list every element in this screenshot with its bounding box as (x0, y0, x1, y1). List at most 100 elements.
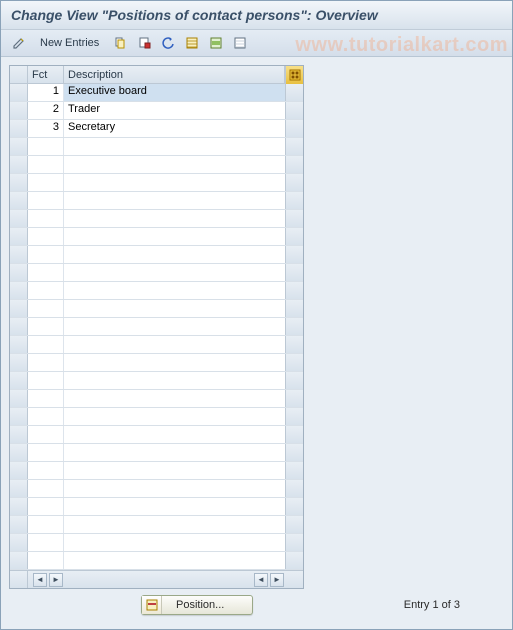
cell-description[interactable] (64, 426, 285, 443)
row-selector[interactable] (10, 408, 28, 425)
cell-fct[interactable] (28, 282, 64, 299)
cell-fct[interactable] (28, 444, 64, 461)
cell-fct[interactable]: 3 (28, 120, 64, 137)
scroll-right-icon[interactable]: ► (49, 573, 63, 587)
cell-fct[interactable] (28, 336, 64, 353)
cell-description[interactable] (64, 210, 285, 227)
row-selector[interactable] (10, 138, 28, 155)
cell-description[interactable]: Trader (64, 102, 285, 119)
row-selector[interactable] (10, 372, 28, 389)
cell-fct[interactable] (28, 372, 64, 389)
edit-icon[interactable] (9, 33, 29, 53)
cell-fct[interactable] (28, 300, 64, 317)
row-selector[interactable] (10, 210, 28, 227)
select-all-header[interactable] (10, 66, 28, 84)
cell-fct[interactable]: 2 (28, 102, 64, 119)
deselect-all-icon[interactable] (230, 33, 250, 53)
cell-description[interactable] (64, 192, 285, 209)
cell-description[interactable] (64, 174, 285, 191)
cell-description[interactable] (64, 498, 285, 515)
row-selector[interactable] (10, 390, 28, 407)
cell-fct[interactable] (28, 246, 64, 263)
cell-description[interactable] (64, 318, 285, 335)
undo-icon[interactable] (158, 33, 178, 53)
row-selector[interactable] (10, 534, 28, 551)
row-selector[interactable] (10, 102, 28, 119)
scroll-right-icon[interactable]: ► (270, 573, 284, 587)
row-selector[interactable] (10, 282, 28, 299)
row-selector[interactable] (10, 552, 28, 569)
row-selector[interactable] (10, 246, 28, 263)
cell-fct[interactable] (28, 210, 64, 227)
cell-fct[interactable] (28, 462, 64, 479)
table-settings-icon[interactable] (285, 66, 303, 84)
cell-fct[interactable] (28, 228, 64, 245)
cell-description[interactable] (64, 156, 285, 173)
cell-description[interactable] (64, 480, 285, 497)
row-selector[interactable] (10, 480, 28, 497)
cell-fct[interactable] (28, 426, 64, 443)
row-selector[interactable] (10, 444, 28, 461)
row-selector[interactable] (10, 516, 28, 533)
cell-fct[interactable] (28, 480, 64, 497)
cell-description[interactable] (64, 282, 285, 299)
delete-icon[interactable] (134, 33, 154, 53)
cell-description[interactable] (64, 354, 285, 371)
cell-fct[interactable] (28, 354, 64, 371)
row-selector[interactable] (10, 300, 28, 317)
col-description[interactable]: Description (64, 66, 285, 84)
cell-description[interactable] (64, 336, 285, 353)
row-selector[interactable] (10, 318, 28, 335)
row-selector[interactable] (10, 84, 28, 101)
cell-description[interactable] (64, 408, 285, 425)
cell-description[interactable] (64, 138, 285, 155)
cell-fct[interactable] (28, 138, 64, 155)
scroll-left-icon[interactable]: ◄ (254, 573, 268, 587)
cell-description[interactable]: Secretary (64, 120, 285, 137)
table-row (10, 192, 303, 210)
cell-description[interactable] (64, 462, 285, 479)
cell-fct[interactable] (28, 174, 64, 191)
row-selector[interactable] (10, 462, 28, 479)
row-selector[interactable] (10, 228, 28, 245)
cell-fct[interactable] (28, 498, 64, 515)
cell-fct[interactable]: 1 (28, 84, 64, 101)
row-selector[interactable] (10, 264, 28, 281)
cell-description[interactable] (64, 246, 285, 263)
cell-description[interactable] (64, 534, 285, 551)
cell-fct[interactable] (28, 534, 64, 551)
cell-fct[interactable] (28, 408, 64, 425)
cell-description[interactable] (64, 372, 285, 389)
cell-description[interactable] (64, 264, 285, 281)
table-row (10, 426, 303, 444)
select-block-icon[interactable] (206, 33, 226, 53)
row-selector[interactable] (10, 174, 28, 191)
row-selector[interactable] (10, 120, 28, 137)
cell-fct[interactable] (28, 552, 64, 569)
cell-fct[interactable] (28, 516, 64, 533)
cell-fct[interactable] (28, 156, 64, 173)
row-selector[interactable] (10, 192, 28, 209)
select-all-icon[interactable] (182, 33, 202, 53)
position-button[interactable]: Position... (141, 595, 253, 615)
row-selector[interactable] (10, 156, 28, 173)
cell-description[interactable] (64, 228, 285, 245)
row-selector[interactable] (10, 354, 28, 371)
cell-description[interactable] (64, 516, 285, 533)
cell-description[interactable] (64, 444, 285, 461)
cell-fct[interactable] (28, 264, 64, 281)
col-fct[interactable]: Fct (28, 66, 64, 84)
cell-description[interactable] (64, 552, 285, 569)
cell-fct[interactable] (28, 318, 64, 335)
cell-description[interactable]: Executive board (64, 84, 285, 101)
cell-description[interactable] (64, 300, 285, 317)
cell-fct[interactable] (28, 192, 64, 209)
scroll-left-icon[interactable]: ◄ (33, 573, 47, 587)
cell-description[interactable] (64, 390, 285, 407)
row-selector[interactable] (10, 426, 28, 443)
row-selector[interactable] (10, 498, 28, 515)
copy-icon[interactable] (110, 33, 130, 53)
new-entries-button[interactable]: New Entries (33, 34, 106, 52)
row-selector[interactable] (10, 336, 28, 353)
cell-fct[interactable] (28, 390, 64, 407)
